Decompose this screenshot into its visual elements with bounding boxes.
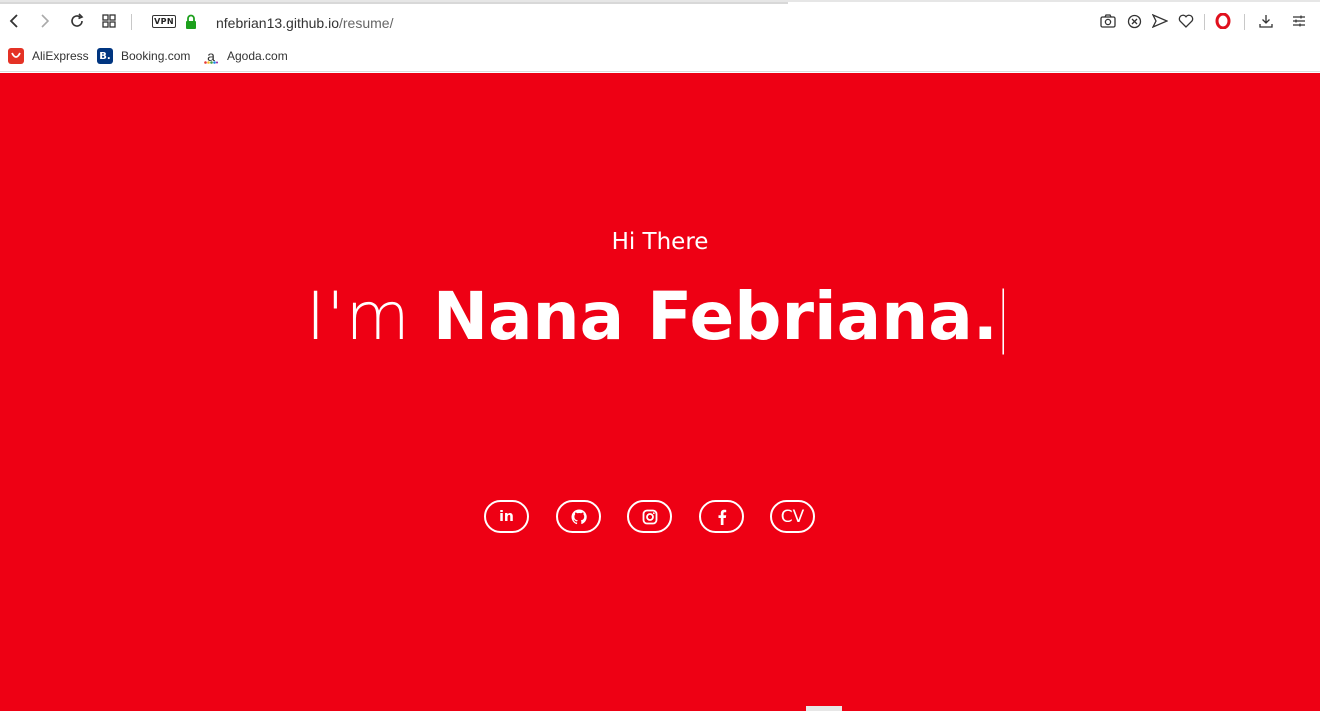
hero-greeting: Hi There xyxy=(611,229,709,255)
active-tab-indicator xyxy=(0,2,788,4)
horizontal-scrollbar-thumb[interactable] xyxy=(806,706,842,711)
hero-title: I'm Nana Febriana.| xyxy=(0,277,1320,357)
toolbar-separator xyxy=(1204,14,1205,30)
bookmark-agoda[interactable]: a Agoda.com xyxy=(203,46,288,66)
forward-button[interactable] xyxy=(36,12,54,30)
send-icon xyxy=(1152,14,1168,28)
hero-intro: I'm xyxy=(305,278,433,355)
address-bar[interactable]: nfebrian13.github.io/resume/ xyxy=(216,15,393,31)
camera-icon xyxy=(1100,14,1116,28)
bookmark-label: Booking.com xyxy=(121,49,191,63)
toolbar-separator xyxy=(131,14,132,30)
bookmark-label: AliExpress xyxy=(32,49,89,63)
opera-icon xyxy=(1215,13,1231,29)
aliexpress-icon xyxy=(8,48,24,64)
downloads-button[interactable] xyxy=(1257,12,1275,30)
social-links: in CV xyxy=(0,500,1320,534)
bookmark-aliexpress[interactable]: AliExpress xyxy=(8,46,89,66)
linkedin-button[interactable]: in xyxy=(484,500,529,533)
facebook-button[interactable] xyxy=(699,500,744,533)
chevron-left-icon xyxy=(9,14,18,28)
back-button[interactable] xyxy=(5,12,23,30)
typing-cursor: | xyxy=(997,278,1009,355)
github-button[interactable] xyxy=(556,500,601,533)
hero-section: Hi There I'm Nana Febriana.| in CV xyxy=(0,73,1320,711)
instagram-icon xyxy=(642,509,657,524)
url-path: /resume/ xyxy=(339,15,394,31)
linkedin-icon: in xyxy=(499,508,514,525)
instagram-button[interactable] xyxy=(627,500,672,533)
toolbar-separator xyxy=(1244,14,1245,30)
bookmark-booking[interactable]: B. Booking.com xyxy=(97,46,190,66)
cv-button[interactable]: CV xyxy=(770,500,815,533)
sliders-icon xyxy=(1293,15,1305,27)
favorite-button[interactable] xyxy=(1177,12,1195,30)
adblock-button[interactable] xyxy=(1125,12,1143,30)
agoda-icon: a xyxy=(203,48,219,64)
easy-setup-button[interactable] xyxy=(1290,12,1308,30)
facebook-icon xyxy=(718,509,726,525)
reload-icon xyxy=(71,13,84,27)
lock-icon[interactable] xyxy=(185,14,197,30)
vpn-badge[interactable]: VPN xyxy=(152,15,176,28)
opera-menu-button[interactable] xyxy=(1214,12,1232,30)
download-icon xyxy=(1259,15,1273,28)
block-icon xyxy=(1127,14,1141,28)
url-host: nfebrian13.github.io xyxy=(216,15,339,31)
cv-label: CV xyxy=(780,506,805,527)
grid-icon xyxy=(102,14,116,28)
reload-button[interactable] xyxy=(68,12,86,30)
booking-icon: B. xyxy=(97,48,113,64)
send-button[interactable] xyxy=(1151,12,1169,30)
bookmarks-bar: AliExpress B. Booking.com a Agoda.com xyxy=(0,40,1320,72)
github-icon xyxy=(571,508,587,524)
snapshot-button[interactable] xyxy=(1099,12,1117,30)
heart-icon xyxy=(1178,14,1194,28)
hero-name: Nana Febriana. xyxy=(432,278,998,355)
chevron-right-icon xyxy=(41,14,50,28)
browser-toolbar: VPN nfebrian13.github.io/resume/ xyxy=(0,0,1320,40)
bookmark-label: Agoda.com xyxy=(227,49,288,63)
tabs-grid-button[interactable] xyxy=(100,12,118,30)
